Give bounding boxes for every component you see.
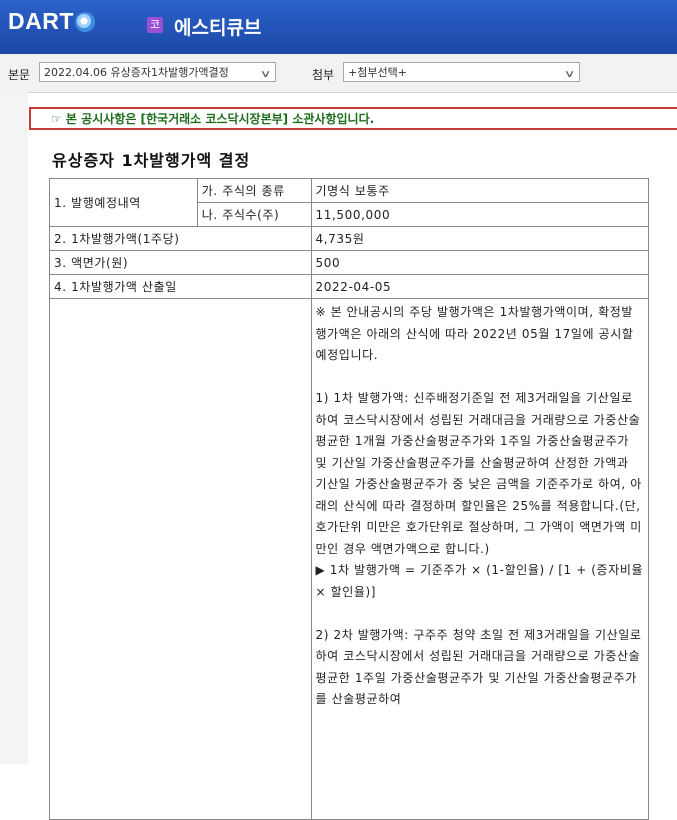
remarks-blank xyxy=(316,367,644,389)
logo-text: DART xyxy=(8,8,74,34)
body-select-value: 2022.04.06 유상증자1차발행가액결정 xyxy=(44,66,229,79)
body-select[interactable]: 2022.04.06 유상증자1차발행가액결정 ∨ xyxy=(39,62,276,82)
row-value: 4,735원 xyxy=(310,226,650,251)
remarks-blank xyxy=(316,603,644,625)
kosdaq-badge: 코 xyxy=(147,17,163,33)
row-value: 11,500,000 xyxy=(310,202,650,227)
body-label: 본문 xyxy=(8,68,31,82)
row-label: 1. 발행예정내역 xyxy=(49,178,198,227)
chevron-down-icon: ∨ xyxy=(259,69,272,80)
document-toolbar: 본문 2022.04.06 유상증자1차발행가액결정 ∨ 첨부 +첨부선택+ ∨ xyxy=(0,54,677,93)
disclosure-table: 1. 발행예정내역 가. 주식의 종류 기명식 보통주 나. 주식수(주) 11… xyxy=(49,178,650,820)
dart-header: DART 코 에스티큐브 xyxy=(0,0,677,54)
table-row: ※ 본 안내공시의 주당 발행가액은 1차발행가액이며, 확정발행가액은 아래의… xyxy=(49,298,650,820)
row-sublabel: 가. 주식의 종류 xyxy=(196,178,312,203)
row-label: 3. 액면가(원) xyxy=(49,250,312,275)
table-row: 4. 1차발행가액 산출일 2022-04-05 xyxy=(49,274,650,299)
row-label: 4. 1차발행가액 산출일 xyxy=(49,274,312,299)
row-value: 기명식 보통주 xyxy=(310,178,650,203)
attach-label: 첨부 xyxy=(312,68,335,82)
attach-select[interactable]: +첨부선택+ ∨ xyxy=(343,62,580,82)
document-title: 유상증자 1차발행가액 결정 xyxy=(52,151,251,170)
remarks-cell: ※ 본 안내공시의 주당 발행가액은 1차발행가액이며, 확정발행가액은 아래의… xyxy=(310,298,650,820)
attach-select-value: +첨부선택+ xyxy=(348,66,407,79)
left-margin xyxy=(0,92,28,764)
row-sublabel: 나. 주식수(주) xyxy=(196,202,312,227)
chevron-down-icon: ∨ xyxy=(563,69,576,80)
remarks-paragraph: ※ 본 안내공시의 주당 발행가액은 1차발행가액이며, 확정발행가액은 아래의… xyxy=(315,305,634,362)
row-value: 2022-04-05 xyxy=(310,274,650,299)
notice-banner: ☞ 본 공시사항은 [한국거래소 코스닥시장본부] 소관사항입니다. xyxy=(29,107,677,130)
company-name[interactable]: 에스티큐브 xyxy=(174,13,261,40)
remarks-paragraph: 1) 1차 발행가액: 신주배정기준일 전 제3거래일을 기산일로 하여 코스닥… xyxy=(315,391,642,556)
table-row: 2. 1차발행가액(1주당) 4,735원 xyxy=(49,226,650,251)
remarks-paragraph: 2) 2차 발행가액: 구주주 청약 초일 전 제3거래일을 기산일로 하여 코… xyxy=(315,627,642,707)
remarks-formula: ▶ 1차 발행가액 = 기준주가 × (1-할인율) / [1 + (증자비율 … xyxy=(315,563,644,599)
table-row: 3. 액면가(원) 500 xyxy=(49,250,650,275)
remarks-label-cell xyxy=(49,298,312,820)
dart-logo[interactable]: DART xyxy=(8,8,95,35)
row-label: 2. 1차발행가액(1주당) xyxy=(49,226,312,251)
row-value: 500 xyxy=(310,250,650,275)
globe-icon xyxy=(74,12,95,32)
table-row: 1. 발행예정내역 가. 주식의 종류 기명식 보통주 xyxy=(49,178,650,227)
